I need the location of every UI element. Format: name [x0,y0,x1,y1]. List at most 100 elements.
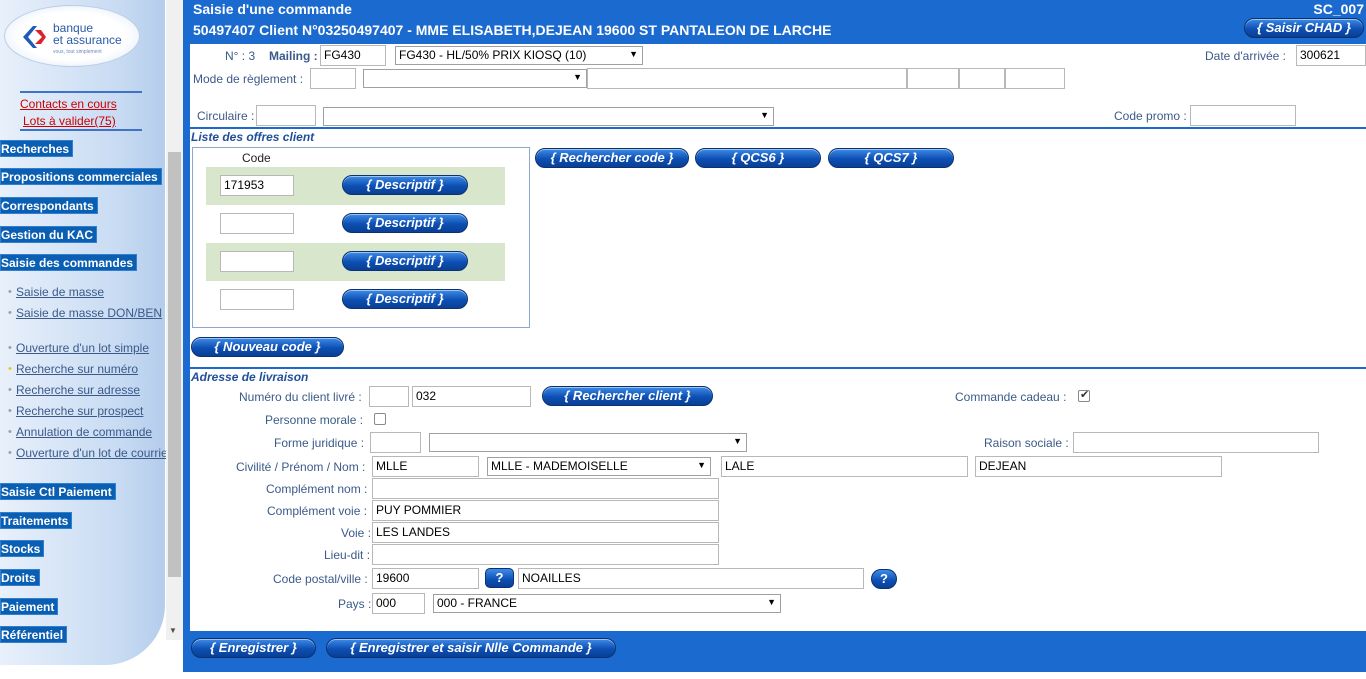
logo-text-line2: et assurance [53,33,122,47]
mode-reglement-code-input[interactable] [310,68,356,89]
circulaire-code-input[interactable] [256,105,316,126]
forme-juridique-code-input[interactable] [370,432,421,453]
offer-code-input[interactable] [220,289,294,310]
scroll-down-arrow-icon[interactable]: ▼ [169,626,177,635]
sidebar: banque et assurance vous, tout simplemen… [0,0,178,679]
pays-label: Pays : [338,597,372,611]
voie-label: Voie : [341,526,372,540]
section-divider [190,367,1366,369]
date-arrivee-input[interactable]: 300621 [1296,45,1366,66]
mailing-code-input[interactable]: FG430 [320,45,386,66]
lots-a-valider-link[interactable]: Lots à valider(75) [23,114,116,128]
mailing-select[interactable]: FG430 - HL/50% PRIX KIOSQ (10) ▼ [395,46,643,65]
saisir-chad-button[interactable]: { Saisir CHAD } [1244,18,1364,38]
offer-code-input[interactable]: 171953 [220,175,294,196]
code-postal-help-button[interactable]: ? [485,568,514,588]
lieu-dit-input[interactable] [372,544,719,565]
commande-cadeau-checkbox[interactable] [1078,388,1090,402]
ville-input[interactable]: NOAILLES [518,568,864,589]
numero-client-prefix-input[interactable] [369,386,409,407]
chevron-down-icon: ▼ [697,460,706,470]
descriptif-button[interactable]: { Descriptif } [342,213,468,233]
sidebar-divider [20,91,142,93]
voie-input[interactable]: LES LANDES [372,522,719,543]
qcs7-button[interactable]: { QCS7 } [828,148,954,168]
mode-reglement-label: Mode de règlement : [193,72,304,86]
civilite-select-value: MLLE - MADEMOISELLE [491,459,628,473]
rechercher-code-button[interactable]: { Rechercher code } [535,148,689,168]
reglement-detail-field[interactable] [1005,68,1065,89]
chevron-down-icon: ▼ [760,110,769,120]
descriptif-button[interactable]: { Descriptif } [342,175,468,195]
chevron-down-icon: ▼ [733,436,742,446]
pays-code-input[interactable]: 000 [372,593,425,614]
sidebar-section-traitements[interactable]: Traitements [0,512,73,529]
code-postal-ville-label: Code postal/ville : [273,572,368,586]
nouveau-code-button[interactable]: { Nouveau code } [191,337,344,357]
offers-section-title: Liste des offres client [191,130,315,144]
screen-code: SC_007 [1313,1,1364,17]
numero-client-label: Numéro du client livré : [239,390,362,404]
civilite-label: Civilité / Prénom / Nom : [236,460,366,474]
descriptif-button[interactable]: { Descriptif } [342,289,468,309]
qcs6-button[interactable]: { QCS6 } [695,148,821,168]
action-footer: { Enregistrer } { Enregistrer et saisir … [183,631,1366,672]
page-title: Saisie d'une commande [193,1,352,17]
reglement-detail-field[interactable] [587,68,907,89]
client-summary: 50497407 Client N°03250497407 - MME ELIS… [193,22,832,38]
complement-voie-label: Complément voie : [267,504,368,518]
mode-reglement-select[interactable]: ▼ [363,69,587,88]
circulaire-select[interactable]: ▼ [323,107,774,126]
raison-sociale-input[interactable] [1073,432,1319,453]
ville-help-button[interactable]: ? [871,569,897,589]
numero-client-input[interactable]: 032 [412,386,531,407]
offer-code-input[interactable] [220,251,294,272]
code-promo-label: Code promo : [1114,109,1187,123]
sidebar-section-propositions-commerciales[interactable]: Propositions commerciales [0,168,162,185]
mailing-select-value: FG430 - HL/50% PRIX KIOSQ (10) [399,48,587,62]
page-header: Saisie d'une commande 50497407 Client N°… [183,0,1366,44]
commande-cadeau-label: Commande cadeau : [955,390,1067,404]
complement-nom-input[interactable] [372,478,719,499]
sidebar-section-correspondants[interactable]: Correspondants [0,197,98,214]
personne-morale-label: Personne morale : [265,413,364,427]
offer-code-input[interactable] [220,213,294,234]
code-promo-input[interactable] [1190,105,1296,126]
enregistrer-nouvelle-commande-button[interactable]: { Enregistrer et saisir Nlle Commande } [326,638,616,658]
rechercher-client-button[interactable]: { Rechercher client } [542,386,713,406]
contacts-en-cours-link[interactable]: Contacts en cours [20,97,117,111]
sidebar-section-gestion-kac[interactable]: Gestion du KAC [0,226,97,243]
prenom-input[interactable]: LALE [721,456,968,477]
app-window: banque et assurance vous, tout simplemen… [0,0,1366,679]
civilite-code-input[interactable]: MLLE [372,456,479,477]
order-number-label: N° : 3 [225,49,256,63]
chevron-down-icon: ▼ [573,72,582,82]
nom-input[interactable]: DEJEAN [975,456,1222,477]
code-postal-input[interactable]: 19600 [372,568,479,589]
personne-morale-checkbox[interactable] [374,413,386,425]
civilite-select[interactable]: MLLE - MADEMOISELLE ▼ [487,457,711,476]
sidebar-section-stocks[interactable]: Stocks [0,540,45,557]
chevron-down-icon: ▼ [629,49,638,59]
enregistrer-button[interactable]: { Enregistrer } [191,638,316,658]
chevron-down-icon: ▼ [767,597,776,607]
logo-tagline: vous, tout simplement [53,49,102,55]
sidebar-section-paiement[interactable]: Paiement [0,598,59,615]
sidebar-section-droits[interactable]: Droits [0,569,40,586]
reglement-detail-field[interactable] [907,68,959,89]
sidebar-divider [20,129,142,131]
descriptif-button[interactable]: { Descriptif } [342,251,468,271]
sidebar-section-saisie-commandes[interactable]: Saisie des commandes [0,254,138,271]
complement-voie-input[interactable]: PUY POMMIER [372,500,719,521]
carrefour-logo-icon [23,26,46,48]
sidebar-section-recherches[interactable]: Recherches [0,140,74,157]
reglement-detail-field[interactable] [959,68,1005,89]
forme-juridique-select[interactable]: ▼ [429,433,747,452]
scrollbar-thumb[interactable] [168,152,181,577]
lieu-dit-label: Lieu-dit : [324,548,371,562]
pays-select[interactable]: 000 - FRANCE ▼ [433,594,781,613]
sidebar-section-referentiel[interactable]: Référentiel [0,626,68,643]
frame-border [183,0,190,672]
sidebar-scrollbar[interactable]: ▼ [166,0,183,640]
sidebar-section-saisie-ctl-paiement[interactable]: Saisie Ctl Paiement [0,483,116,500]
